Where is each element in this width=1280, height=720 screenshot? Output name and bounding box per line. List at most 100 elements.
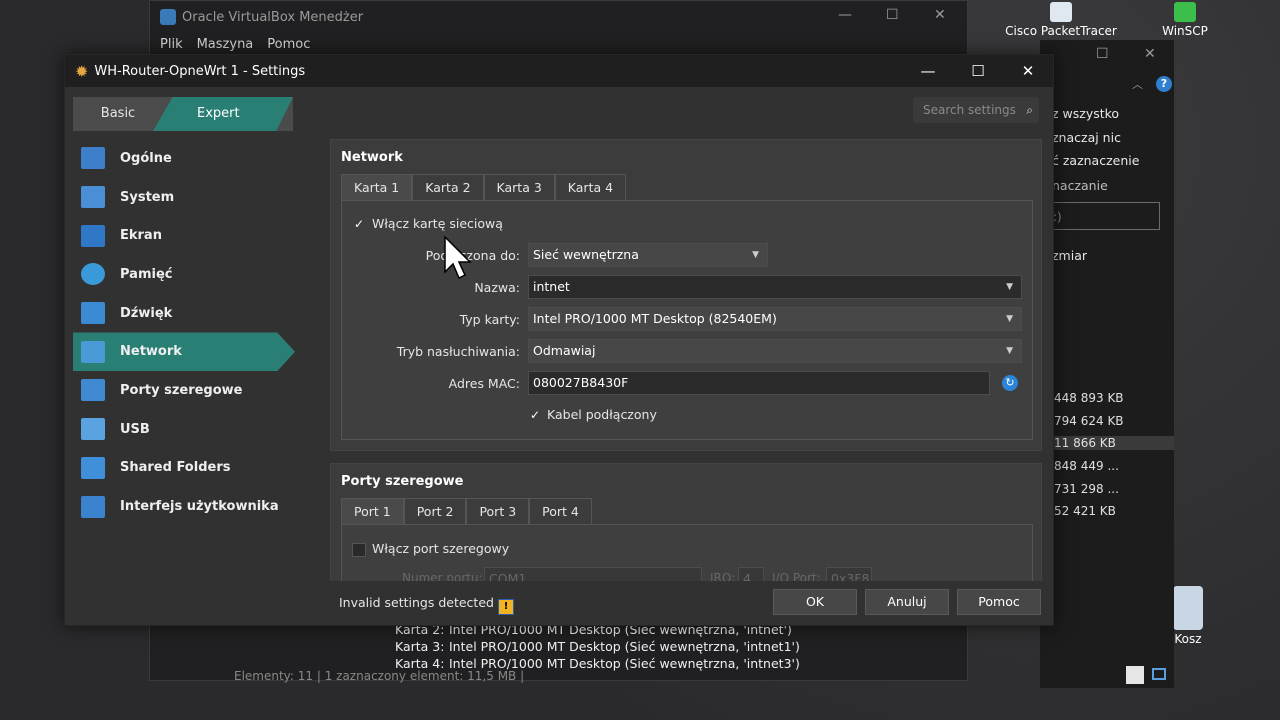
- mode-expert-button[interactable]: Expert: [153, 97, 293, 131]
- refresh-mac-icon[interactable]: ↻: [1002, 375, 1018, 391]
- cable-connected-checkbox[interactable]: ✓: [528, 408, 542, 422]
- attached-to-select[interactable]: Sieć wewnętrzna ▼: [528, 243, 768, 267]
- nav-item-network[interactable]: Network: [73, 332, 295, 372]
- port-number-label: Numer portu:: [402, 571, 483, 581]
- serial-panel: Włącz port szeregowy Numer portu: COM1 I…: [341, 524, 1033, 581]
- network-tabs: Karta 1 Karta 2 Karta 3 Karta 4: [341, 174, 627, 201]
- nav-item-usb[interactable]: USB: [73, 410, 295, 449]
- close-icon[interactable]: ✕: [934, 7, 946, 23]
- invalid-settings-warning[interactable]: Invalid settings detected!: [339, 595, 514, 615]
- tab-karta-4[interactable]: Karta 4: [554, 174, 627, 201]
- packettracer-icon: [1050, 2, 1072, 22]
- tab-karta-3[interactable]: Karta 3: [483, 174, 555, 201]
- close-icon[interactable]: ✕: [1144, 46, 1156, 62]
- file-size: 731 298 ...: [1054, 482, 1119, 496]
- menu-select-none[interactable]: znaczaj nic: [1052, 130, 1121, 145]
- help-button[interactable]: Pomoc: [957, 589, 1041, 615]
- network-name-combobox[interactable]: intnet ▼: [528, 275, 1022, 299]
- dialog-title: WH-Router-OpneWrt 1 - Settings: [94, 63, 306, 79]
- monitor-icon: [81, 147, 105, 170]
- disk-icon: [81, 263, 105, 286]
- io-port-input[interactable]: 0x3F8: [826, 567, 872, 581]
- menu-plik[interactable]: Plik: [160, 37, 183, 52]
- serial-ports-section: Porty szeregowe Port 1 Port 2 Port 3 Por…: [330, 463, 1042, 581]
- chevron-up-icon[interactable]: ︿: [1132, 76, 1143, 92]
- folder-icon: [81, 456, 105, 479]
- nav-item-general[interactable]: Ogólne: [73, 139, 295, 178]
- chevron-down-icon[interactable]: ▼: [1006, 276, 1013, 298]
- virtualbox-logo-icon: [160, 9, 176, 25]
- maximize-icon[interactable]: ☐: [1096, 46, 1109, 62]
- nav-item-system[interactable]: System: [73, 178, 295, 217]
- mac-address-input[interactable]: 080027B8430F: [528, 371, 990, 395]
- tab-port-1[interactable]: Port 1: [341, 498, 404, 525]
- menu-selection[interactable]: naczanie: [1052, 178, 1108, 193]
- tab-port-4[interactable]: Port 4: [529, 498, 592, 525]
- gear-icon: ✹: [75, 61, 89, 81]
- menu-invert-selection[interactable]: ć zaznaczenie: [1052, 153, 1139, 168]
- manager-statusbar: Elementy: 11 | 1 zaznaczony element: 11,…: [234, 669, 525, 683]
- minimize-icon[interactable]: —: [903, 55, 953, 87]
- nav-item-display[interactable]: Ekran: [73, 216, 295, 255]
- network-section-title: Network: [341, 150, 403, 165]
- enable-adapter-checkbox[interactable]: ✓: [352, 217, 366, 231]
- minimize-icon[interactable]: —: [838, 7, 852, 23]
- settings-nav: Ogólne System Ekran Pamięć Dźwięk Networ…: [73, 139, 295, 526]
- warning-icon: !: [497, 599, 514, 615]
- menu-maszyna[interactable]: Maszyna: [197, 37, 254, 52]
- promiscuous-label: Tryb nasłuchiwania:: [396, 344, 520, 359]
- file-size-selected: 11 866 KB: [1054, 436, 1174, 450]
- cable-connected-label: Kabel podłączony: [547, 407, 657, 422]
- nav-item-audio[interactable]: Dźwięk: [73, 294, 295, 333]
- vm-details: Karta 2: Intel PRO/1000 MT Desktop (Sieć …: [395, 621, 800, 672]
- nav-item-serial-ports[interactable]: Porty szeregowe: [73, 371, 295, 410]
- settings-search-input[interactable]: Search settings ⌕: [913, 97, 1039, 123]
- file-explorer-window: ☐ ✕ ︿ ? z wszystko znaczaj nic ć zaznacz…: [1040, 40, 1174, 688]
- nav-item-user-interface[interactable]: Interfejs użytkownika: [73, 487, 295, 526]
- adapter-type-label: Typ karty:: [459, 312, 520, 327]
- adapter-type-select[interactable]: Intel PRO/1000 MT Desktop (82540EM) ▼: [528, 307, 1022, 331]
- dialog-titlebar: ✹ WH-Router-OpneWrt 1 - Settings — ☐ ✕: [65, 55, 1053, 87]
- details-view-icon[interactable]: [1126, 666, 1144, 684]
- display-icon: [81, 224, 105, 247]
- large-icons-view-icon[interactable]: [1152, 668, 1166, 680]
- usb-icon: [81, 418, 105, 441]
- promiscuous-mode-select[interactable]: Odmawiaj ▼: [528, 339, 1022, 363]
- nav-item-storage[interactable]: Pamięć: [73, 255, 295, 294]
- column-size[interactable]: zmiar: [1052, 248, 1087, 263]
- maximize-icon[interactable]: ☐: [886, 7, 899, 23]
- tab-port-2[interactable]: Port 2: [403, 498, 467, 525]
- tab-karta-1[interactable]: Karta 1: [341, 174, 413, 201]
- cancel-button[interactable]: Anuluj: [865, 589, 949, 615]
- nav-item-shared-folders[interactable]: Shared Folders: [73, 449, 295, 488]
- help-icon[interactable]: ?: [1156, 76, 1172, 92]
- settings-content[interactable]: Network Karta 1 Karta 2 Karta 3 Karta 4 …: [330, 139, 1042, 581]
- settings-dialog: ✹ WH-Router-OpneWrt 1 - Settings — ☐ ✕ B…: [64, 54, 1054, 626]
- explorer-search-input[interactable]: :): [1048, 202, 1160, 230]
- desktop-icon-winscp[interactable]: WinSCP: [1150, 2, 1220, 38]
- network-icon: [81, 340, 105, 363]
- ok-button[interactable]: OK: [773, 589, 857, 615]
- mode-switch: Basic Expert: [73, 97, 293, 131]
- chevron-down-icon: ▼: [752, 250, 759, 260]
- file-size: 448 893 KB: [1054, 391, 1124, 405]
- menu-pomoc[interactable]: Pomoc: [267, 37, 310, 52]
- recycle-bin-icon: [1173, 586, 1203, 630]
- mode-basic-button[interactable]: Basic: [73, 97, 163, 131]
- tab-port-3[interactable]: Port 3: [466, 498, 530, 525]
- enable-serial-checkbox[interactable]: [352, 543, 366, 557]
- irq-input[interactable]: 4: [738, 567, 764, 581]
- serial-section-title: Porty szeregowe: [341, 474, 464, 489]
- menu-select-all[interactable]: z wszystko: [1052, 106, 1119, 121]
- manager-title: Oracle VirtualBox Menedżer: [182, 9, 364, 25]
- maximize-icon[interactable]: ☐: [953, 55, 1003, 87]
- tab-karta-2[interactable]: Karta 2: [412, 174, 484, 201]
- chevron-down-icon: ▼: [1006, 314, 1013, 324]
- enable-adapter-label: Włącz kartę sieciową: [372, 216, 503, 231]
- mouse-cursor-icon: [444, 236, 472, 280]
- desktop-icon-packettracer[interactable]: Cisco PacketTracer: [1004, 2, 1118, 38]
- serial-tabs: Port 1 Port 2 Port 3 Port 4: [341, 498, 592, 525]
- port-number-select[interactable]: COM1: [484, 567, 702, 581]
- close-icon[interactable]: ✕: [1003, 55, 1053, 87]
- file-size: 848 449 ...: [1054, 459, 1119, 473]
